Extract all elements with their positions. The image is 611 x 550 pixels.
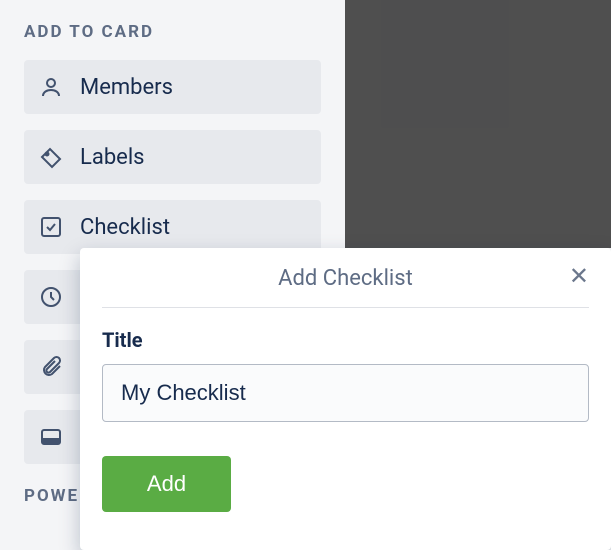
sidebar-item-members[interactable]: Members	[24, 60, 321, 114]
sidebar-item-label: Labels	[80, 145, 145, 170]
sidebar-item-label: Members	[80, 75, 173, 100]
attachment-icon	[38, 354, 64, 380]
sidebar-heading: ADD TO CARD	[24, 22, 321, 42]
clock-icon	[38, 284, 64, 310]
cover-icon	[38, 424, 64, 450]
title-field-label: Title	[102, 328, 589, 352]
close-icon[interactable]: ✕	[569, 264, 589, 288]
add-checklist-popover: Add Checklist ✕ Title Add	[80, 248, 611, 550]
add-button[interactable]: Add	[102, 456, 231, 512]
labels-icon	[38, 144, 64, 170]
sidebar-item-labels[interactable]: Labels	[24, 130, 321, 184]
sidebar-item-checklist[interactable]: Checklist	[24, 200, 321, 254]
members-icon	[38, 74, 64, 100]
dimmed-backdrop: to your board nd	[345, 0, 611, 248]
sidebar-item-label: Checklist	[80, 215, 170, 240]
popover-title: Add Checklist	[278, 266, 413, 291]
checklist-icon	[38, 214, 64, 240]
popover-header: Add Checklist ✕	[102, 266, 589, 308]
checklist-title-input[interactable]	[102, 364, 589, 422]
